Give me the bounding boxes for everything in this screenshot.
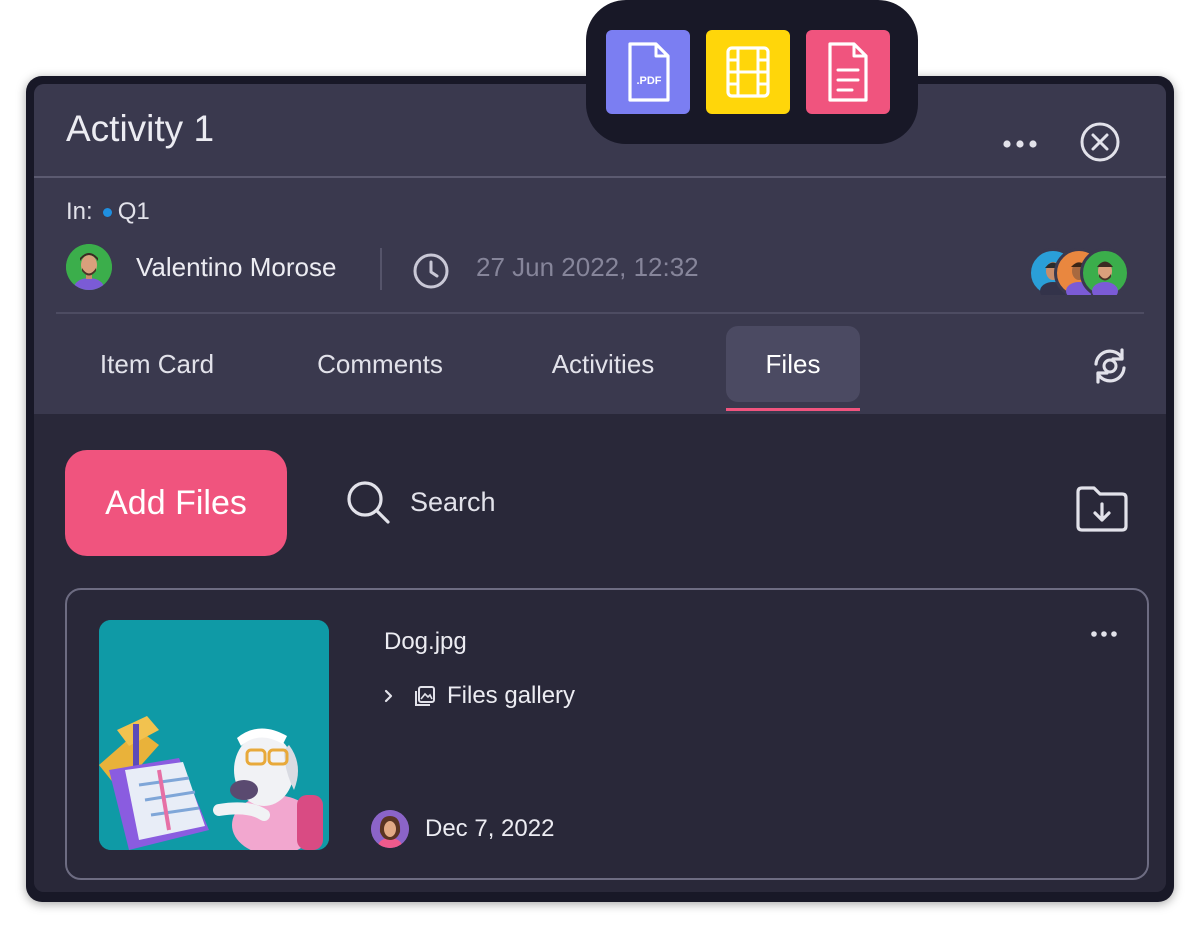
avatar[interactable]	[371, 810, 409, 848]
video-file-icon[interactable]	[706, 30, 790, 114]
tab-activities[interactable]: Activities	[528, 326, 678, 402]
pdf-label: .PDF	[636, 75, 661, 87]
tab-label: Activities	[551, 348, 655, 379]
divider	[380, 248, 382, 290]
file-card[interactable]: Dog.jpg Files gallery Dec 7, 2022	[65, 588, 1149, 880]
location-label: Files gallery	[447, 682, 576, 709]
file-thumbnail[interactable]	[99, 620, 329, 850]
meta-divider	[56, 312, 1144, 314]
more-horizontal-icon[interactable]	[1089, 628, 1119, 640]
upload-date: Dec 7, 2022	[425, 815, 555, 842]
search-placeholder: Search	[410, 486, 496, 517]
group-name[interactable]: Q1	[118, 198, 150, 226]
add-files-button[interactable]: Add Files	[65, 450, 287, 556]
tab-comments[interactable]: Comments	[296, 326, 464, 402]
tab-label: Item Card	[99, 348, 215, 379]
group-color-dot	[102, 207, 112, 217]
refresh-icon[interactable]	[1088, 344, 1132, 388]
search-field[interactable]: Search	[344, 474, 496, 530]
group-row: In: Q1	[66, 198, 150, 226]
tab-item-card[interactable]: Item Card	[78, 326, 236, 402]
close-circle-icon[interactable]	[1078, 120, 1122, 164]
gallery-icon	[415, 686, 435, 706]
avatar[interactable]	[66, 244, 112, 290]
in-label: In:	[66, 198, 93, 225]
more-horizontal-icon[interactable]	[996, 120, 1046, 150]
author-name[interactable]: Valentino Morose	[136, 252, 336, 283]
tab-label: Files	[765, 348, 821, 379]
active-tab-indicator	[726, 408, 860, 411]
upload-info: Dec 7, 2022	[371, 810, 554, 848]
chevron-right-icon[interactable]	[379, 686, 399, 706]
document-file-icon[interactable]	[806, 30, 890, 114]
pdf-file-icon[interactable]: .PDF	[606, 30, 690, 114]
tab-files[interactable]: Files	[726, 326, 860, 402]
window-title: Activity 1	[66, 108, 215, 149]
created-datetime: 27 Jun 2022, 12:32	[476, 252, 699, 282]
tab-bar: Item Card Comments Activities Files	[34, 324, 1166, 411]
file-name[interactable]: Dog.jpg	[384, 628, 467, 656]
activity-panel: Activity 1 In: Q1 Valentino Morose 27 Ju…	[34, 84, 1166, 892]
file-location[interactable]: Files gallery	[379, 682, 575, 710]
file-type-popover: .PDF	[586, 0, 918, 144]
author-row: Valentino Morose 27 Jun 2022, 12:32	[66, 238, 1138, 300]
tab-label: Comments	[317, 348, 443, 379]
avatar[interactable]	[1080, 248, 1130, 300]
activity-window: Activity 1 In: Q1 Valentino Morose 27 Ju…	[26, 76, 1174, 902]
search-icon	[347, 481, 390, 524]
files-tab-content: Add Files Search Dog.jpg Files gallery D…	[34, 414, 1166, 892]
members-avatar-stack[interactable]	[1028, 248, 1138, 300]
clock-icon	[413, 253, 449, 289]
download-folder-icon[interactable]	[1074, 484, 1130, 534]
